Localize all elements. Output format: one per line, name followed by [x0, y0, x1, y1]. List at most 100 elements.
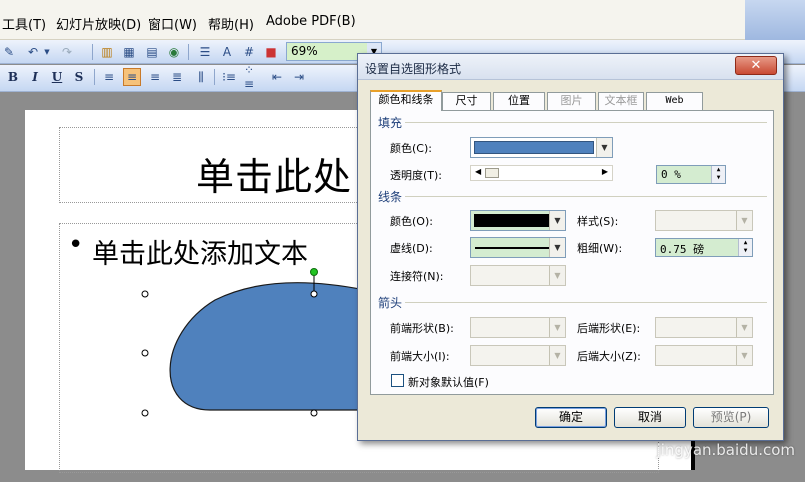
color-grayscale-icon[interactable]: ■: [262, 43, 280, 61]
distribute-icon[interactable]: ⫼: [192, 68, 210, 86]
dash-combo[interactable]: ▼: [470, 237, 566, 258]
default-for-new-objects-label: 新对象默认值(F): [408, 376, 489, 389]
dash-label: 虚线(D):: [390, 242, 433, 255]
table-icon[interactable]: ▦: [120, 43, 138, 61]
insert-object-icon[interactable]: ▤: [143, 43, 161, 61]
align-center-icon[interactable]: ≡: [123, 68, 141, 86]
chevron-down-icon[interactable]: ▼: [596, 138, 612, 157]
begin-size-combo[interactable]: ▼: [470, 345, 566, 366]
resize-handle-ml: [141, 349, 149, 357]
fill-color-combo[interactable]: ▼: [470, 137, 613, 158]
expand-icon[interactable]: ☰: [196, 43, 214, 61]
dialog-titlebar[interactable]: 设置自选图形格式 ✕: [358, 54, 783, 80]
dash-sample: [475, 247, 549, 249]
transparency-slider[interactable]: ◀ ▶: [470, 165, 613, 181]
chevron-down-icon[interactable]: ▼: [736, 211, 752, 230]
tab-position[interactable]: 位置: [493, 92, 545, 110]
bold-button[interactable]: B: [4, 68, 22, 86]
menu-window[interactable]: 窗口(W): [148, 14, 197, 33]
zoom-value: 69%: [291, 44, 318, 58]
align-right-icon[interactable]: ≡: [146, 68, 164, 86]
spinner-arrows-icon[interactable]: ▲ ▼: [711, 166, 725, 183]
fill-section-label: 填充: [378, 116, 403, 130]
end-style-combo[interactable]: ▼: [655, 317, 753, 338]
weight-spinner[interactable]: 0.75 磅 ▲ ▼: [655, 238, 753, 257]
spinner-arrows-icon[interactable]: ▲ ▼: [738, 239, 752, 256]
toolbar-separator: [188, 44, 189, 60]
format-autoshape-dialog: 设置自选图形格式 ✕ 颜色和线条 尺寸 位置 图片 文本框 Web 填充 颜色(…: [357, 53, 784, 441]
tab-picture[interactable]: 图片: [547, 92, 596, 110]
clipart-icon[interactable]: ◉: [165, 43, 183, 61]
slider-left-arrow-icon[interactable]: ◀: [475, 167, 481, 176]
shadow-button[interactable]: S: [70, 68, 88, 86]
italic-button[interactable]: I: [26, 68, 44, 86]
show-formatting-icon[interactable]: A: [218, 43, 236, 61]
tab-size[interactable]: 尺寸: [442, 92, 491, 110]
decrease-indent-icon[interactable]: ⇤: [268, 68, 286, 86]
chevron-down-icon[interactable]: ▼: [736, 318, 752, 337]
toolbar-separator: [92, 44, 93, 60]
default-for-new-objects-checkbox[interactable]: [391, 374, 404, 387]
menu-bar: 工具(T) 幻灯片放映(D) 窗口(W) 帮助(H) Adobe PDF(B): [0, 0, 805, 40]
begin-style-combo[interactable]: ▼: [470, 317, 566, 338]
undo-icon[interactable]: ↶: [24, 43, 42, 61]
connector-label: 连接符(N):: [390, 270, 444, 283]
arrows-divider: [405, 302, 767, 303]
line-style-combo[interactable]: ▼: [655, 210, 753, 231]
arrows-section-label: 箭头: [378, 296, 403, 310]
fill-divider: [405, 122, 767, 123]
bullets-icon[interactable]: ⁘≡: [244, 63, 262, 91]
chevron-down-icon[interactable]: ▼: [549, 238, 565, 257]
redo-icon[interactable]: ↷: [58, 43, 76, 61]
line-color-label: 颜色(O):: [390, 215, 433, 228]
tab-colors-lines[interactable]: 颜色和线条: [370, 90, 442, 111]
resize-handle-tm: [310, 290, 318, 298]
weight-value: 0.75 磅: [660, 243, 705, 256]
fill-color-swatch: [474, 141, 594, 154]
align-left-icon[interactable]: ≡: [100, 68, 118, 86]
rotate-handle: [310, 268, 318, 276]
chevron-down-icon[interactable]: ▼: [549, 346, 565, 365]
close-button[interactable]: ✕: [735, 56, 777, 75]
transparency-spinner[interactable]: 0 % ▲ ▼: [656, 165, 726, 184]
chevron-down-icon[interactable]: ▼: [736, 346, 752, 365]
numbering-icon[interactable]: ⁝≡: [220, 68, 238, 86]
undo-dropdown-icon[interactable]: ▼: [42, 43, 52, 61]
slider-thumb[interactable]: [485, 168, 499, 178]
underline-button[interactable]: U: [48, 68, 66, 86]
slider-right-arrow-icon[interactable]: ▶: [602, 167, 608, 176]
preview-button[interactable]: 预览(P): [693, 407, 769, 428]
resize-handle-bm: [310, 409, 318, 417]
tab-textbox[interactable]: 文本框: [598, 92, 644, 110]
line-style-label: 样式(S):: [577, 215, 619, 228]
tab-panel: 填充 颜色(C): ▼ 透明度(T): ◀ ▶ 0 % ▲ ▼ 线条 颜色(O):…: [370, 110, 774, 395]
freeform-shape: [169, 282, 366, 411]
chevron-down-icon[interactable]: ▼: [549, 211, 565, 230]
title-strip: [745, 0, 805, 40]
end-size-combo[interactable]: ▼: [655, 345, 753, 366]
connector-combo[interactable]: ▼: [470, 265, 566, 286]
chevron-down-icon[interactable]: ▼: [549, 318, 565, 337]
line-color-combo[interactable]: ▼: [470, 210, 566, 231]
resize-handle-bl: [141, 409, 149, 417]
format-painter-icon[interactable]: ✎: [0, 43, 18, 61]
weight-label: 粗细(W):: [577, 242, 623, 255]
ok-button[interactable]: 确定: [535, 407, 607, 428]
begin-style-label: 前端形状(B):: [390, 322, 454, 335]
increase-indent-icon[interactable]: ⇥: [290, 68, 308, 86]
menu-adobe-pdf[interactable]: Adobe PDF(B): [266, 14, 356, 29]
transparency-value: 0 %: [661, 168, 681, 181]
cancel-button[interactable]: 取消: [614, 407, 686, 428]
dialog-title: 设置自选图形格式: [365, 62, 462, 76]
chart-icon[interactable]: ▥: [98, 43, 116, 61]
tab-web[interactable]: Web: [646, 92, 703, 110]
chevron-down-icon[interactable]: ▼: [549, 266, 565, 285]
menu-slideshow[interactable]: 幻灯片放映(D): [56, 14, 141, 33]
end-style-label: 后端形状(E):: [577, 322, 641, 335]
menu-tools[interactable]: 工具(T): [2, 14, 46, 33]
justify-icon[interactable]: ≣: [168, 68, 186, 86]
grid-icon[interactable]: #: [240, 43, 258, 61]
menu-help[interactable]: 帮助(H): [208, 14, 254, 33]
end-size-label: 后端大小(Z):: [577, 350, 641, 363]
fill-color-label: 颜色(C):: [390, 142, 432, 155]
